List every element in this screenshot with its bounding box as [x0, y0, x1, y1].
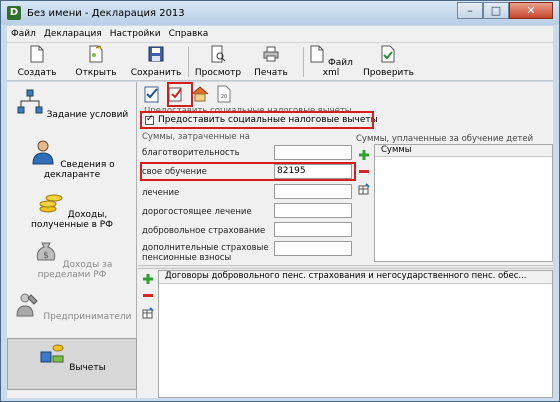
sidebar-item-label: Задание условий — [46, 110, 129, 120]
pane-splitter[interactable] — [138, 265, 553, 269]
title-bar: D Без имени - Декларация 2013 – □ ✕ — [1, 1, 559, 25]
toolbar: Создать Открыть Сохранить Просмотр Печат… — [7, 43, 553, 81]
voluntary-insurance-field[interactable] — [274, 222, 352, 237]
worker-icon — [15, 293, 38, 317]
voluntary-insurance-row: добровольное страхование — [140, 222, 354, 240]
grid-column-header: Суммы — [375, 145, 552, 157]
expensive-treatment-label: дорогостоящее лечение — [142, 207, 252, 217]
print-label: Печать — [254, 68, 288, 78]
sidebar-item-label: Предприниматели — [43, 312, 132, 322]
close-button[interactable]: ✕ — [509, 2, 553, 19]
expense-form: Суммы, затраченные на благотворительност… — [140, 132, 354, 263]
open-folder-icon — [89, 45, 103, 63]
svg-text:20: 20 — [221, 94, 227, 100]
preview-button[interactable]: Просмотр — [193, 45, 243, 78]
sidebar-item-income-rf[interactable]: Доходы, полученные в РФ — [7, 186, 137, 236]
remove-icon[interactable] — [359, 170, 369, 173]
money-bag-icon: $ — [36, 242, 55, 261]
expense-title: Суммы, затраченные на — [142, 132, 250, 142]
create-label: Создать — [17, 68, 57, 78]
deductions-toolbar: 20 — [138, 82, 553, 106]
add-icon[interactable] — [358, 149, 370, 161]
toolbar-separator — [188, 47, 189, 77]
preview-label: Просмотр — [194, 68, 242, 78]
charity-field[interactable] — [274, 145, 352, 160]
minimize-button[interactable]: – — [457, 2, 483, 19]
grid-edit-icon[interactable] — [358, 183, 370, 195]
save-button[interactable]: Сохранить — [129, 45, 183, 78]
svg-text:$: $ — [43, 251, 49, 261]
window-controls: – □ ✕ — [457, 2, 553, 19]
save-label: Сохранить — [130, 68, 182, 78]
deductions-panel: 20 Предоставить социальные налоговые выч… — [138, 82, 553, 398]
menu-file[interactable]: Файл — [7, 29, 40, 39]
xml-file-icon — [310, 45, 324, 63]
charity-row: благотворительность — [140, 145, 354, 163]
treatment-row: лечение — [140, 184, 354, 202]
sidebar-item-declarant[interactable]: Сведения о декларанте — [7, 136, 137, 186]
maximize-button[interactable]: □ — [483, 2, 509, 19]
check-document-icon — [381, 45, 395, 63]
menu-settings[interactable]: Настройки — [106, 29, 165, 39]
main-area: Задание условий Сведения о декларанте До… — [7, 82, 553, 398]
app-logo-icon: D — [7, 6, 21, 20]
sidebar-item-deductions[interactable]: Вычеты — [7, 338, 137, 390]
children-education-grid[interactable]: Суммы — [374, 144, 553, 262]
sidebar: Задание условий Сведения о декларанте До… — [7, 82, 137, 398]
contracts-panel: Договоры добровольного пенс. страхования… — [138, 270, 553, 398]
xml-file-label: Файл xml — [322, 58, 353, 78]
treatment-field[interactable] — [274, 184, 352, 199]
pension-contributions-field[interactable] — [274, 241, 352, 256]
highlight-box — [167, 82, 193, 107]
open-label: Открыть — [75, 68, 117, 78]
sidebar-item-conditions[interactable]: Задание условий — [7, 86, 137, 136]
person-icon — [32, 140, 54, 165]
house-tab-icon[interactable] — [190, 84, 210, 104]
voluntary-insurance-label: добровольное страхование — [142, 226, 266, 236]
grid-column-header: Договоры добровольного пенс. страхования… — [159, 271, 552, 284]
check-label: Проверить — [363, 68, 414, 78]
network-icon — [17, 89, 43, 114]
create-button[interactable]: Создать — [17, 45, 57, 78]
print-button[interactable]: Печать — [253, 45, 289, 78]
children-education-title: Суммы, уплаченные за обучение детей — [356, 134, 534, 144]
menu-declaration[interactable]: Декларация — [40, 29, 106, 39]
sidebar-item-label: Вычеты — [69, 363, 106, 373]
highlight-box — [140, 111, 374, 129]
expensive-treatment-field[interactable] — [274, 203, 352, 218]
pension-contributions-row: дополнительные страховые пенсионные взно… — [140, 241, 354, 263]
app-window: D Без имени - Декларация 2013 – □ ✕ Файл… — [0, 0, 560, 402]
menu-help[interactable]: Справка — [165, 29, 213, 39]
coins-icon — [39, 194, 63, 213]
window-title: Без имени - Декларация 2013 — [27, 7, 185, 19]
treatment-label: лечение — [142, 188, 180, 198]
expensive-treatment-row: дорогостоящее лечение — [140, 203, 354, 221]
contracts-grid[interactable]: Договоры добровольного пенс. страхования… — [158, 270, 553, 398]
sidebar-item-entrepreneurs[interactable]: Предприниматели — [7, 288, 137, 338]
toolbar-separator — [303, 47, 304, 77]
children-education-panel: Суммы, уплаченные за обучение детей Сумм… — [356, 132, 553, 262]
highlight-box — [140, 162, 356, 181]
preview-icon — [211, 45, 226, 63]
menu-bar: Файл Декларация Настройки Справка — [7, 26, 553, 43]
floppy-disk-icon — [148, 46, 164, 62]
check-button[interactable]: Проверить — [363, 45, 414, 78]
open-button[interactable]: Открыть — [73, 45, 119, 78]
charity-label: благотворительность — [142, 148, 240, 158]
remove-icon[interactable] — [143, 294, 153, 297]
sidebar-item-income-abroad[interactable]: $ Доходы за пределами РФ — [7, 236, 137, 286]
checked-doc-tab-icon[interactable] — [142, 84, 162, 104]
document-tab-icon[interactable]: 20 — [214, 84, 234, 104]
new-document-icon — [30, 45, 44, 63]
add-icon[interactable] — [142, 273, 154, 285]
xml-file-button[interactable]: Файл xml — [309, 45, 353, 78]
printer-icon — [263, 46, 279, 62]
scales-icon — [40, 344, 64, 363]
pension-contributions-label: дополнительные страховые пенсионные взно… — [142, 243, 269, 263]
grid-edit-icon[interactable] — [142, 307, 154, 319]
